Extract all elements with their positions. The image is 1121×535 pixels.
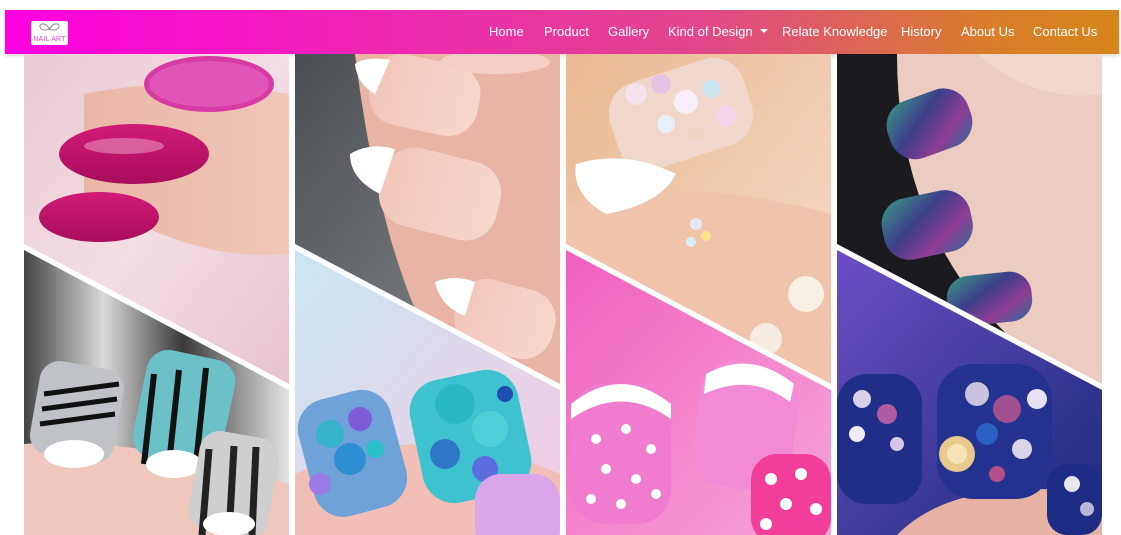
- nav-menu: Home Product Gallery Kind of Design Rela…: [5, 10, 1119, 54]
- gallery-column-1: [24, 54, 289, 535]
- nav-kind-of-design[interactable]: Kind of Design: [668, 24, 768, 40]
- nail-gallery: [24, 54, 1102, 535]
- nav-gallery[interactable]: Gallery: [608, 24, 649, 40]
- gallery-column-4: [837, 54, 1102, 535]
- nav-about-us[interactable]: About Us: [961, 24, 1014, 40]
- navbar: NAIL ART Home Product Gallery Kind of De…: [5, 10, 1119, 54]
- chevron-down-icon: [759, 29, 768, 33]
- nav-relate-knowledge[interactable]: Relate Knowledge: [782, 24, 888, 40]
- gallery-column-3: [566, 54, 831, 535]
- nav-home[interactable]: Home: [489, 24, 524, 40]
- nav-kind-of-design-label: Kind of Design: [668, 24, 753, 39]
- nav-contact-us[interactable]: Contact Us: [1033, 24, 1097, 40]
- gallery-column-2: [295, 54, 560, 535]
- nav-history[interactable]: History: [901, 24, 941, 40]
- nav-product[interactable]: Product: [544, 24, 589, 40]
